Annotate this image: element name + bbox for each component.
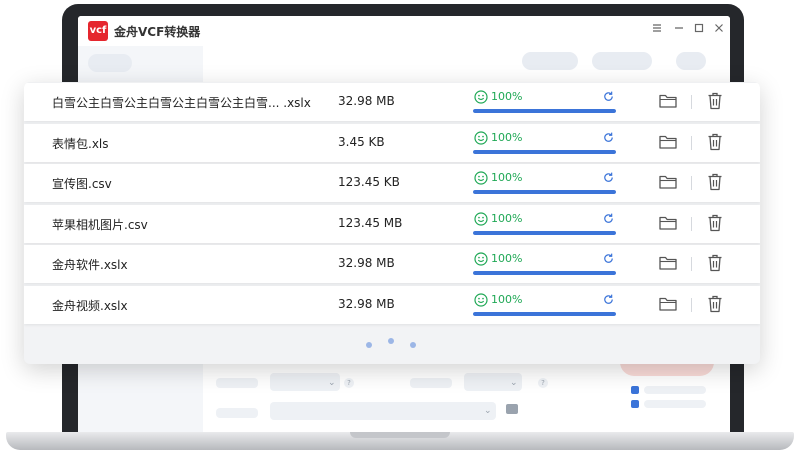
open-folder-icon[interactable]	[658, 92, 678, 110]
open-folder-icon[interactable]	[658, 133, 678, 151]
menu-icon[interactable]	[648, 21, 666, 39]
file-row: 白雪公主白雪公主白雪公主白雪公主白雪... .xslx 32.98 MB 100%	[24, 83, 760, 121]
help-icon: ?	[344, 378, 354, 388]
delete-icon[interactable]	[706, 172, 724, 192]
file-name: 金舟软件.xslx	[52, 258, 128, 272]
file-size: 32.98 MB	[338, 297, 395, 311]
checkbox-icon	[631, 386, 639, 394]
refresh-icon[interactable]	[602, 171, 615, 184]
loading-dot	[410, 342, 416, 348]
progress-bar	[473, 231, 616, 235]
refresh-icon[interactable]	[602, 131, 615, 144]
loading-dot	[366, 342, 372, 348]
progress-fill	[473, 271, 616, 275]
status-percent: 100%	[491, 90, 523, 103]
app-logo: vcf	[88, 21, 108, 41]
file-size: 32.98 MB	[338, 256, 395, 270]
stage: vcf 金舟VCF转换器 ⌄ ? ⌄ ? ⌄ 白雪公主白雪公主白雪公主白雪公主白…	[0, 0, 800, 466]
delete-icon[interactable]	[706, 253, 724, 273]
file-name: 白雪公主白雪公主白雪公主白雪公主白雪... .xslx	[52, 96, 311, 110]
background-label	[216, 378, 258, 388]
separator	[691, 257, 692, 271]
background-label	[644, 386, 706, 394]
file-size: 123.45 KB	[338, 175, 400, 189]
progress-fill	[473, 190, 616, 194]
file-size: 123.45 MB	[338, 216, 403, 230]
background-toolbar-pill	[676, 52, 706, 70]
file-size: 3.45 KB	[338, 135, 385, 149]
progress-bar	[473, 150, 616, 154]
file-row: 苹果相机图片.csv 123.45 MB 100%	[24, 205, 760, 243]
progress-fill	[473, 109, 616, 113]
success-smile-icon	[474, 293, 488, 307]
minimize-icon[interactable]	[670, 21, 688, 39]
refresh-icon[interactable]	[602, 212, 615, 225]
progress-fill	[473, 150, 616, 154]
separator	[691, 95, 692, 109]
status-percent: 100%	[491, 131, 523, 144]
separator	[691, 298, 692, 312]
progress-fill	[473, 231, 616, 235]
file-list-card: 白雪公主白雪公主白雪公主白雪公主白雪... .xslx 32.98 MB 100% 表…	[24, 82, 760, 364]
refresh-icon[interactable]	[602, 252, 615, 265]
status-percent: 100%	[491, 293, 523, 306]
background-nav-pill	[88, 54, 132, 72]
success-smile-icon	[474, 90, 488, 104]
status-percent: 100%	[491, 171, 523, 184]
background-toolbar-pill	[522, 52, 578, 70]
status-percent: 100%	[491, 212, 523, 225]
laptop-notch	[350, 432, 450, 438]
close-icon[interactable]	[710, 21, 728, 39]
open-folder-icon[interactable]	[658, 173, 678, 191]
open-folder-icon[interactable]	[658, 214, 678, 232]
file-name: 宣传图.csv	[52, 177, 112, 191]
chevron-down-icon: ⌄	[328, 378, 336, 388]
file-size: 32.98 MB	[338, 94, 395, 108]
file-row: 宣传图.csv 123.45 KB 100%	[24, 164, 760, 202]
delete-icon[interactable]	[706, 213, 724, 233]
refresh-icon[interactable]	[602, 90, 615, 103]
file-name: 金舟视频.xslx	[52, 299, 128, 313]
open-folder-icon[interactable]	[658, 254, 678, 272]
progress-fill	[473, 312, 616, 316]
loading-indicator	[366, 338, 426, 350]
folder-icon	[506, 404, 518, 414]
file-row: 金舟软件.xslx 32.98 MB 100%	[24, 245, 760, 283]
success-smile-icon	[474, 252, 488, 266]
app-title: 金舟VCF转换器	[114, 25, 201, 39]
background-label	[216, 408, 258, 418]
separator	[691, 136, 692, 150]
success-smile-icon	[474, 131, 488, 145]
background-label	[644, 400, 706, 408]
chevron-down-icon: ⌄	[484, 406, 492, 416]
progress-bar	[473, 271, 616, 275]
open-folder-icon[interactable]	[658, 295, 678, 313]
separator	[691, 217, 692, 231]
progress-bar	[473, 190, 616, 194]
title-bar: vcf 金舟VCF转换器	[78, 16, 730, 46]
background-toolbar-pill	[592, 52, 652, 70]
progress-bar	[473, 109, 616, 113]
help-icon: ?	[538, 378, 548, 388]
file-name: 苹果相机图片.csv	[52, 218, 148, 232]
delete-icon[interactable]	[706, 132, 724, 152]
success-smile-icon	[474, 212, 488, 226]
maximize-icon[interactable]	[690, 21, 708, 39]
refresh-icon[interactable]	[602, 293, 615, 306]
checkbox-icon	[631, 400, 639, 408]
loading-dot	[388, 338, 394, 344]
chevron-down-icon: ⌄	[510, 378, 518, 388]
file-name: 表情包.xls	[52, 137, 109, 151]
status-percent: 100%	[491, 252, 523, 265]
file-row: 表情包.xls 3.45 KB 100%	[24, 124, 760, 162]
file-row: 金舟视频.xslx 32.98 MB 100%	[24, 286, 760, 324]
background-label	[410, 378, 452, 388]
progress-bar	[473, 312, 616, 316]
background-path-field	[270, 402, 496, 420]
success-smile-icon	[474, 171, 488, 185]
delete-icon[interactable]	[706, 294, 724, 314]
delete-icon[interactable]	[706, 91, 724, 111]
separator	[691, 176, 692, 190]
